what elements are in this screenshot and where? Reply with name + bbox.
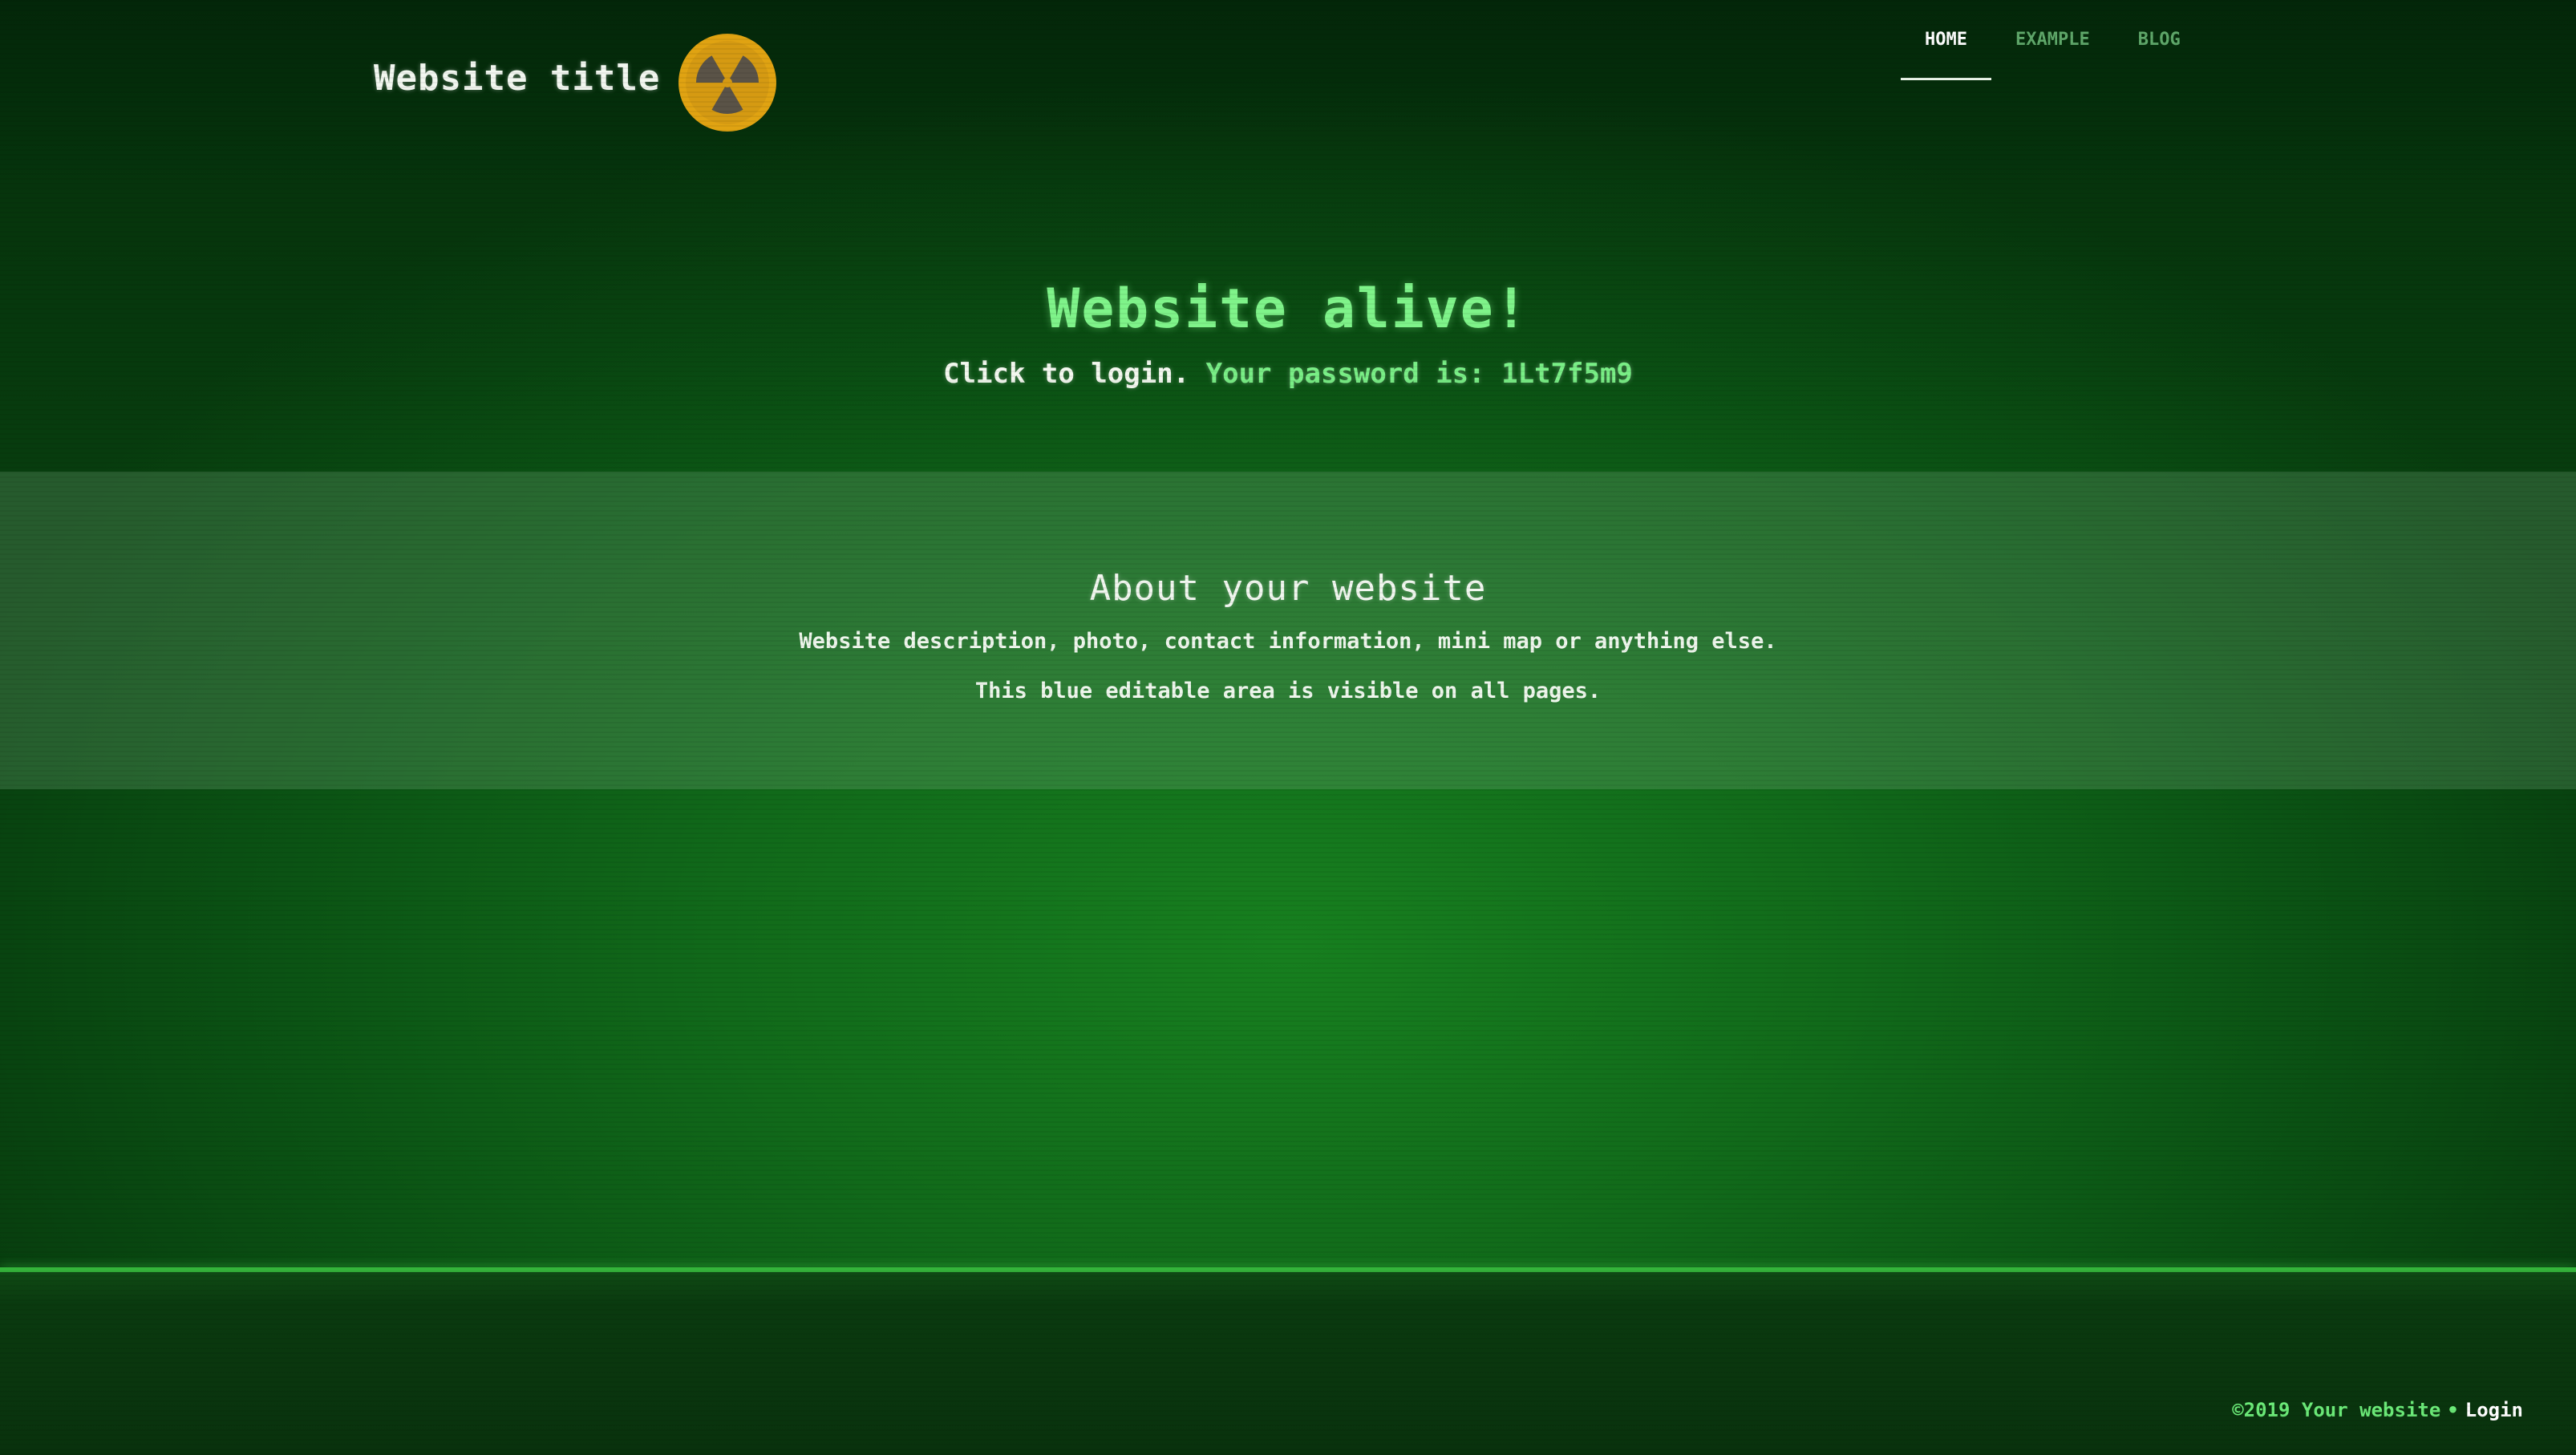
hero-subtitle: Click to login. Your password is: 1Lt7f5… xyxy=(0,358,2576,390)
about-note: This blue editable area is visible on al… xyxy=(974,679,1602,703)
about-title: About your website xyxy=(1089,568,1487,609)
nav-example[interactable]: EXAMPLE xyxy=(1991,0,2114,80)
main-nav: HOME EXAMPLE BLOG xyxy=(1901,0,2205,83)
footer-text: ©2019 Your website • Login xyxy=(2232,1399,2523,1421)
copyright-text: ©2019 Your website xyxy=(2232,1399,2441,1421)
about-description: Website description, photo, contact info… xyxy=(799,629,1777,654)
nav-home[interactable]: HOME xyxy=(1901,0,1991,80)
nav-blog[interactable]: BLOG xyxy=(2114,0,2205,80)
site-title[interactable]: Website title xyxy=(374,58,660,99)
footer-login-link[interactable]: Login xyxy=(2465,1399,2523,1421)
radiation-icon[interactable] xyxy=(677,32,778,133)
login-link[interactable]: Click to login. xyxy=(943,358,1189,390)
password-label: Your password is: xyxy=(1205,358,1485,390)
footer xyxy=(0,1272,2576,1455)
footer-separator: • xyxy=(2447,1399,2459,1421)
hero-heading: Website alive! xyxy=(1047,278,1529,341)
password-value: 1Lt7f5m9 xyxy=(1501,358,1633,390)
